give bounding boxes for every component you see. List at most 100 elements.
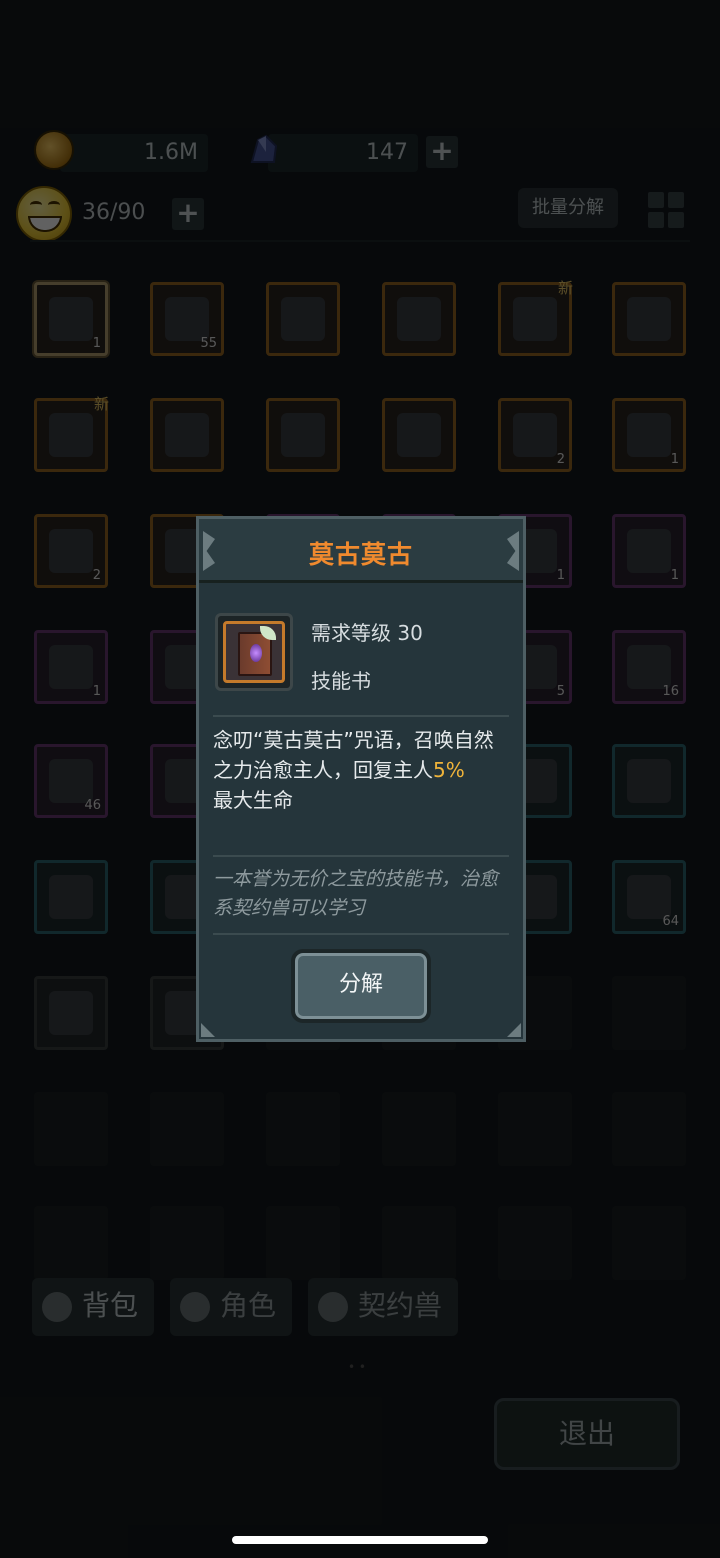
item-type: 技能书 bbox=[311, 669, 371, 693]
inventory-slot[interactable] bbox=[266, 282, 340, 356]
crystal-icon bbox=[250, 134, 278, 163]
inventory-slot[interactable] bbox=[382, 398, 456, 472]
item-icon bbox=[627, 297, 671, 341]
empty-slot[interactable] bbox=[150, 1206, 224, 1280]
crystal-counter: 147 bbox=[268, 134, 418, 172]
corner-ornament bbox=[201, 1023, 215, 1037]
gold-coin-icon bbox=[34, 130, 74, 170]
paw-icon bbox=[318, 1292, 348, 1322]
gold-counter: 1.6M bbox=[60, 134, 208, 172]
item-icon bbox=[513, 297, 557, 341]
item-count: 16 bbox=[662, 684, 679, 699]
tab-role[interactable]: 角色 bbox=[170, 1278, 292, 1336]
description-text-end: 最大生命 bbox=[213, 788, 293, 812]
item-count: 64 bbox=[662, 914, 679, 929]
inventory-slot[interactable] bbox=[34, 860, 108, 934]
empty-slot[interactable] bbox=[150, 1092, 224, 1166]
tab-pet-label: 契约兽 bbox=[358, 1289, 443, 1322]
empty-slot[interactable] bbox=[498, 1206, 572, 1280]
tab-role-label: 角色 bbox=[220, 1289, 277, 1322]
inventory-slot[interactable] bbox=[382, 282, 456, 356]
inventory-slot[interactable] bbox=[150, 398, 224, 472]
gold-value: 1.6M bbox=[144, 140, 198, 165]
skill-book-icon bbox=[223, 621, 285, 683]
inventory-slot[interactable]: 55 bbox=[150, 282, 224, 356]
empty-slot[interactable] bbox=[34, 1092, 108, 1166]
item-icon bbox=[627, 413, 671, 457]
item-count: 1 bbox=[92, 336, 101, 351]
empty-slot[interactable] bbox=[266, 1206, 340, 1280]
tab-pet[interactable]: 契约兽 bbox=[308, 1278, 458, 1336]
item-count: 1 bbox=[670, 568, 679, 583]
inventory-slot[interactable]: 1 bbox=[34, 630, 108, 704]
item-icon bbox=[49, 297, 93, 341]
item-count: 2 bbox=[556, 452, 565, 467]
inventory-slot[interactable]: 1 bbox=[612, 514, 686, 588]
item-icon bbox=[165, 413, 209, 457]
divider bbox=[213, 715, 509, 717]
item-icon bbox=[49, 759, 93, 803]
item-count: 1 bbox=[556, 568, 565, 583]
description-highlight: 5% bbox=[433, 758, 465, 782]
item-icon bbox=[627, 759, 671, 803]
empty-slot[interactable] bbox=[266, 1092, 340, 1166]
item-icon bbox=[627, 529, 671, 573]
inventory-slot[interactable]: 新 bbox=[498, 279, 573, 356]
item-icon bbox=[49, 529, 93, 573]
inventory-slot[interactable]: 1 bbox=[34, 282, 108, 356]
crystal-value: 147 bbox=[366, 140, 408, 165]
inventory-slot[interactable]: 64 bbox=[612, 860, 686, 934]
empty-slot[interactable] bbox=[34, 1206, 108, 1280]
empty-slot[interactable] bbox=[612, 1092, 686, 1166]
item-icon bbox=[397, 297, 441, 341]
item-icon bbox=[165, 297, 209, 341]
item-count: 46 bbox=[84, 798, 101, 813]
inventory-slot[interactable]: 16 bbox=[612, 630, 686, 704]
item-icon bbox=[49, 875, 93, 919]
empty-slot[interactable] bbox=[382, 1206, 456, 1280]
inventory-slot[interactable] bbox=[612, 282, 686, 356]
exit-button[interactable]: 退出 bbox=[494, 1398, 680, 1470]
inventory-slot[interactable]: 1 bbox=[612, 398, 686, 472]
empty-slot[interactable] bbox=[382, 1092, 456, 1166]
inventory-slot[interactable]: 新 bbox=[34, 395, 109, 472]
inventory-slot[interactable]: 2 bbox=[498, 398, 572, 472]
expand-bag-button[interactable]: + bbox=[172, 198, 204, 230]
item-icon bbox=[49, 645, 93, 689]
item-icon-frame bbox=[215, 613, 293, 691]
required-level: 需求等级 30 bbox=[311, 621, 423, 645]
modal-header: 莫古莫古 bbox=[199, 519, 523, 583]
tab-bag[interactable]: 背包 bbox=[32, 1278, 154, 1336]
bag-icon bbox=[42, 1292, 72, 1322]
inventory-slot[interactable]: 46 bbox=[34, 744, 108, 818]
item-icon bbox=[627, 875, 671, 919]
new-badge: 新 bbox=[557, 279, 573, 297]
new-badge: 新 bbox=[93, 395, 109, 413]
add-crystal-button[interactable]: + bbox=[426, 136, 458, 168]
batch-decompose-button[interactable]: 批量分解 bbox=[518, 188, 618, 228]
item-description: 念叨“莫古莫古”咒语，召唤自然之力治愈主人，回复主人5% 最大生命 bbox=[213, 725, 513, 815]
divider bbox=[213, 933, 509, 935]
item-icon bbox=[281, 297, 325, 341]
empty-slot[interactable] bbox=[612, 1206, 686, 1280]
decompose-button[interactable]: 分解 bbox=[291, 949, 431, 1023]
bag-capacity: 36/90 bbox=[82, 200, 146, 225]
divider bbox=[213, 855, 509, 857]
grid-view-icon[interactable] bbox=[648, 192, 684, 228]
inventory-slot[interactable] bbox=[612, 744, 686, 818]
tab-bag-label: 背包 bbox=[82, 1289, 139, 1322]
home-indicator[interactable] bbox=[232, 1536, 488, 1544]
item-icon bbox=[397, 413, 441, 457]
empty-slot[interactable] bbox=[612, 976, 686, 1050]
empty-slot[interactable] bbox=[498, 1092, 572, 1166]
item-icon bbox=[49, 413, 93, 457]
inventory-slot[interactable] bbox=[34, 976, 108, 1050]
item-detail-modal: 莫古莫古 需求等级 30 技能书 念叨“莫古莫古”咒语，召唤自然之力治愈主人，回… bbox=[196, 516, 526, 1042]
item-icon bbox=[627, 645, 671, 689]
inventory-slot[interactable]: 2 bbox=[34, 514, 108, 588]
grinning-emoji-icon bbox=[16, 186, 72, 242]
page-dots: • • bbox=[348, 1360, 366, 1374]
item-icon bbox=[513, 413, 557, 457]
inventory-slot[interactable] bbox=[266, 398, 340, 472]
flavor-text: 一本誉为无价之宝的技能书，治愈系契约兽可以学习 bbox=[213, 868, 499, 919]
